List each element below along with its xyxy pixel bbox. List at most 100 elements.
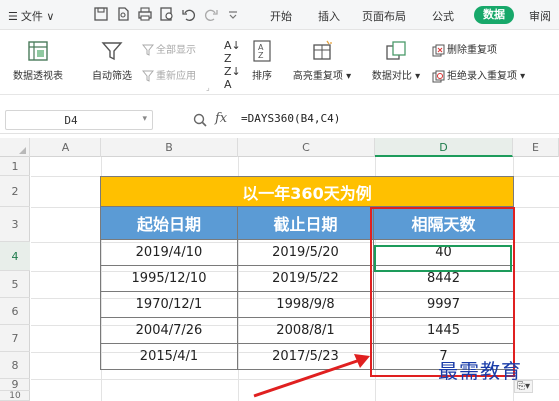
tab-data[interactable]: 数据 [474, 6, 514, 24]
svg-text:Z: Z [258, 51, 264, 60]
fx-icon[interactable]: fx [215, 111, 227, 126]
print-preview-icon[interactable] [158, 5, 176, 23]
filter-clear-icon [141, 44, 155, 56]
remove-duplicates-button[interactable]: 删除重复项 [432, 41, 497, 57]
dialog-launcher-icon[interactable]: ⌟ [206, 83, 210, 92]
cell-start-date[interactable]: 2015/4/1 [100, 343, 238, 370]
file-menu-label: 文件 [20, 10, 43, 23]
cell-end-date[interactable]: 1998/9/8 [237, 291, 374, 318]
tab-home[interactable]: 开始 [270, 8, 292, 24]
sort-label: 排序 [252, 71, 272, 82]
tab-page-layout[interactable]: 页面布局 [362, 8, 406, 24]
annotation-arrow-icon [253, 354, 370, 398]
header-days-between[interactable]: 相隔天数 [373, 206, 514, 240]
column-header-c[interactable]: C [238, 138, 375, 157]
autofilter-button[interactable]: 自动筛选 [88, 39, 136, 82]
cell-end-date[interactable]: 2019/5/20 [237, 239, 374, 266]
table-row: 1995/12/10 2019/5/22 8442 [100, 265, 514, 292]
reapply-label: 重新应用 [156, 71, 196, 82]
pivot-table-label: 数据透视表 [13, 71, 63, 82]
cell-start-date[interactable]: 1970/12/1 [100, 291, 238, 318]
undo-icon[interactable] [180, 5, 198, 23]
cell-days[interactable]: 1445 [373, 317, 514, 344]
redo-icon[interactable] [202, 5, 220, 23]
column-header-e[interactable]: E [513, 138, 559, 157]
sort-button[interactable]: A Z 排序 [248, 39, 276, 82]
filter-icon [101, 42, 123, 61]
tab-formulas[interactable]: 公式 [432, 8, 454, 24]
hamburger-icon: ☰ [8, 10, 18, 23]
row-header-2[interactable]: 2 [0, 176, 30, 207]
filter-reapply-icon [141, 70, 155, 82]
row-header-3[interactable]: 3 [0, 207, 30, 242]
cell-start-date[interactable]: 2004/7/26 [100, 317, 238, 344]
reject-duplicates-icon [432, 70, 445, 82]
zoom-icon[interactable] [193, 113, 207, 130]
header-end-date[interactable]: 截止日期 [237, 206, 374, 240]
customize-toolbar-icon[interactable] [224, 5, 242, 23]
column-header-d[interactable]: D [375, 138, 513, 157]
paste-options-icon[interactable]: ⎘▾ [514, 380, 534, 393]
remove-duplicates-icon [432, 44, 445, 56]
table-row: 1970/12/1 1998/9/8 9997 [100, 291, 514, 318]
cell-days[interactable]: 9997 [373, 291, 514, 318]
chevron-down-icon: ∨ [42, 10, 55, 23]
reapply-button[interactable]: 重新应用 [141, 67, 196, 82]
row-header-8[interactable]: 8 [0, 352, 30, 379]
autofilter-label: 自动筛选 [92, 71, 132, 82]
data-compare-label: 数据对比 ▾ [371, 71, 421, 82]
pivot-table-icon [28, 41, 48, 61]
row-header-10[interactable]: 10 [0, 391, 30, 401]
ribbon: 数据透视表 自动筛选 全部显示 重新应用 A↓ Z Z↓ A A Z 排序 高亮重复… [0, 31, 559, 95]
cell-end-date[interactable]: 2019/5/22 [237, 265, 374, 292]
menu-bar: ☰ 文件 ∨ 开始 插入 页面布局 公式 数据 审阅 [0, 0, 559, 30]
row-header-7[interactable]: 7 [0, 325, 30, 352]
cell-start-date[interactable]: 2019/4/10 [100, 239, 238, 266]
sort-descending-button[interactable]: Z↓ A [224, 65, 241, 91]
pivot-table-button[interactable]: 数据透视表 [6, 39, 70, 82]
highlight-duplicates-label: 高亮重复项 ▾ [292, 71, 352, 82]
data-compare-button[interactable]: 数据对比 ▾ [366, 39, 426, 82]
print-icon[interactable] [136, 5, 154, 23]
column-header-b[interactable]: B [101, 138, 238, 157]
show-all-label: 全部显示 [156, 45, 196, 56]
table-title[interactable]: 以一年360天为例 [100, 176, 514, 207]
tab-insert[interactable]: 插入 [318, 8, 340, 24]
column-headers: A B C D E [0, 138, 559, 157]
row-header-6[interactable]: 6 [0, 298, 30, 325]
highlight-duplicates-icon [313, 40, 332, 60]
cell-start-date[interactable]: 1995/12/10 [100, 265, 238, 292]
table-row: 2019/4/10 2019/5/20 40 [100, 239, 514, 266]
row-header-5[interactable]: 5 [0, 271, 30, 298]
tab-review[interactable]: 审阅 [529, 8, 551, 24]
save-icon[interactable] [92, 5, 110, 23]
data-compare-icon [386, 41, 406, 60]
ribbon-gap [0, 96, 559, 106]
formula-bar: D4 ▾ fx =DAYS360(B4,C4) [0, 106, 559, 134]
reject-duplicates-button[interactable]: 拒绝录入重复项 ▾ [432, 67, 525, 83]
sort-descending-icon: Z↓ A [224, 65, 241, 91]
watermark-text: 最需教育 [438, 359, 522, 383]
sort-icon: A Z [253, 40, 271, 62]
file-menu[interactable]: ☰ 文件 ∨ [8, 8, 54, 24]
remove-duplicates-label: 删除重复项 [447, 45, 497, 56]
reject-duplicates-label: 拒绝录入重复项 [447, 71, 517, 82]
select-all-corner[interactable] [0, 138, 30, 157]
row-header-9[interactable]: 9 [0, 379, 30, 391]
chevron-down-icon[interactable]: ▾ [142, 114, 147, 124]
row-header-1[interactable]: 1 [0, 157, 30, 176]
column-header-a[interactable]: A [31, 138, 101, 157]
cell-days[interactable]: 40 [373, 239, 514, 266]
name-box-value: D4 [64, 114, 78, 127]
chevron-down-icon: ▾ [517, 71, 526, 82]
cell-days[interactable]: 8442 [373, 265, 514, 292]
export-pdf-icon[interactable] [114, 5, 132, 23]
formula-input[interactable]: =DAYS360(B4,C4) [241, 112, 340, 125]
header-start-date[interactable]: 起始日期 [100, 206, 238, 240]
highlight-duplicates-button[interactable]: 高亮重复项 ▾ [290, 39, 354, 82]
show-all-button[interactable]: 全部显示 [141, 41, 196, 56]
sort-ascending-button[interactable]: A↓ Z [224, 39, 241, 65]
name-box[interactable]: D4 ▾ [5, 110, 153, 130]
sort-ascending-icon: A↓ Z [224, 39, 241, 65]
row-header-4[interactable]: 4 [0, 242, 30, 271]
